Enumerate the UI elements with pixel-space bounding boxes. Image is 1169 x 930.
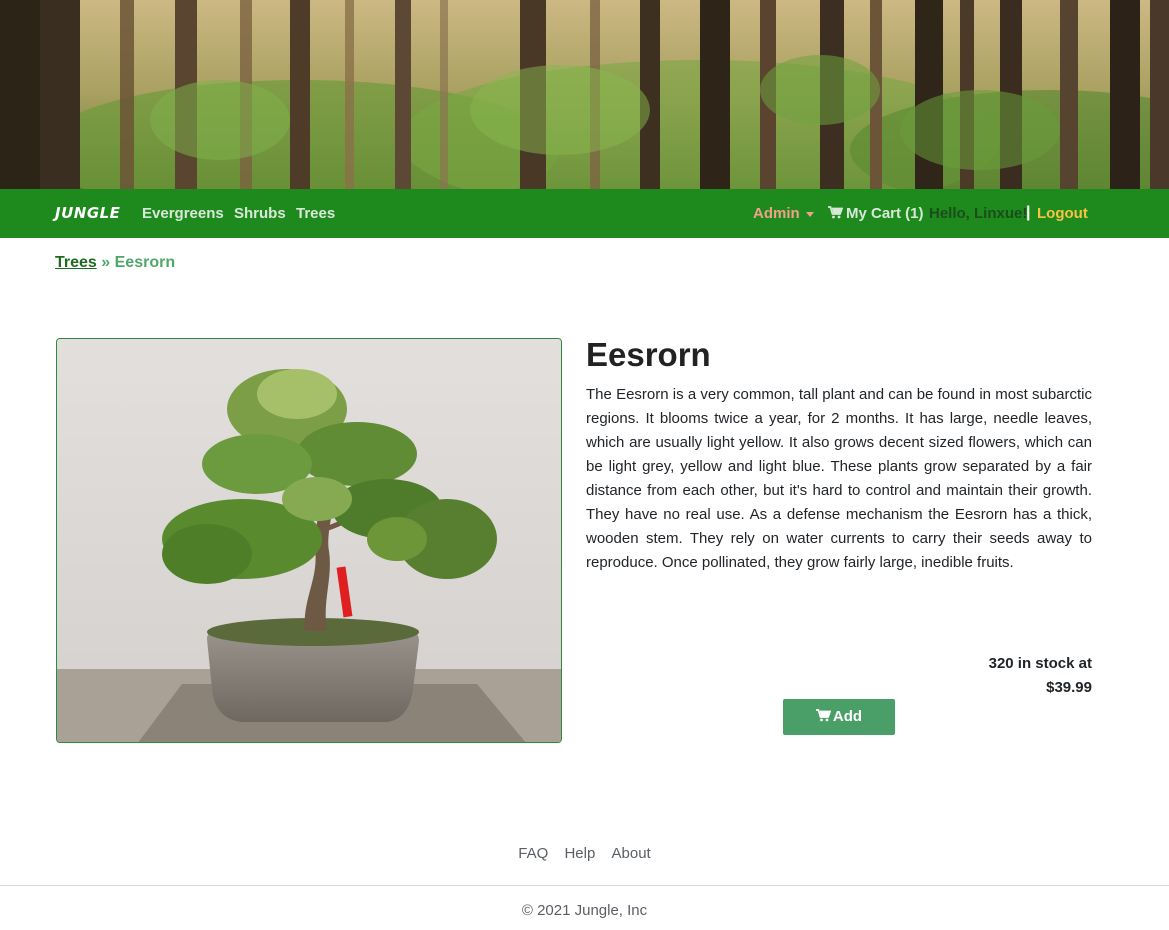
breadcrumb-separator: » xyxy=(101,254,111,271)
shopping-cart-icon xyxy=(815,709,832,722)
nav-separator: | xyxy=(1026,204,1031,221)
product-image xyxy=(56,338,562,743)
my-cart-link[interactable]: My Cart (1) xyxy=(828,205,924,222)
nav-link-evergreens[interactable]: Evergreens xyxy=(142,205,224,222)
caret-down-icon xyxy=(805,211,814,217)
add-to-cart-button[interactable]: Add xyxy=(783,699,895,735)
footer-link-faq[interactable]: FAQ xyxy=(518,845,548,862)
admin-dropdown[interactable]: Admin xyxy=(753,205,814,222)
nav-link-shrubs[interactable]: Shrubs xyxy=(234,205,286,222)
nav-link-trees[interactable]: Trees xyxy=(296,205,335,222)
copyright-text: © 2021 Jungle, Inc xyxy=(521,902,648,919)
admin-label: Admin xyxy=(753,205,800,222)
product-description: The Eesrorn is a very common, tall plant… xyxy=(586,386,1092,571)
breadcrumb-link-trees[interactable]: Trees xyxy=(55,254,97,271)
product-title: Eesrorn xyxy=(586,336,711,373)
breadcrumb: Trees » Eesrorn xyxy=(55,254,175,272)
shopping-cart-icon xyxy=(828,206,844,219)
footer-divider xyxy=(0,885,1169,886)
brand-logo[interactable]: JUNGLE xyxy=(55,204,120,222)
stock-info: 320 in stock at $39.99 xyxy=(892,652,1092,700)
footer-link-help[interactable]: Help xyxy=(564,845,595,862)
hero-banner-image xyxy=(0,0,1169,189)
top-navbar: JUNGLE Evergreens Shrubs Trees Admin My … xyxy=(0,189,1169,238)
add-button-label: Add xyxy=(832,708,863,725)
footer-link-about[interactable]: About xyxy=(612,845,651,862)
user-greeting: Hello, Linxue! xyxy=(929,205,1028,222)
logout-link[interactable]: Logout xyxy=(1037,205,1088,222)
stock-text: 320 in stock at xyxy=(988,655,1092,672)
product-price: $39.99 xyxy=(1046,679,1092,696)
footer-links: FAQ Help About xyxy=(0,845,1169,862)
cart-label: My Cart (1) xyxy=(846,205,924,222)
breadcrumb-current: Eesrorn xyxy=(114,254,176,271)
